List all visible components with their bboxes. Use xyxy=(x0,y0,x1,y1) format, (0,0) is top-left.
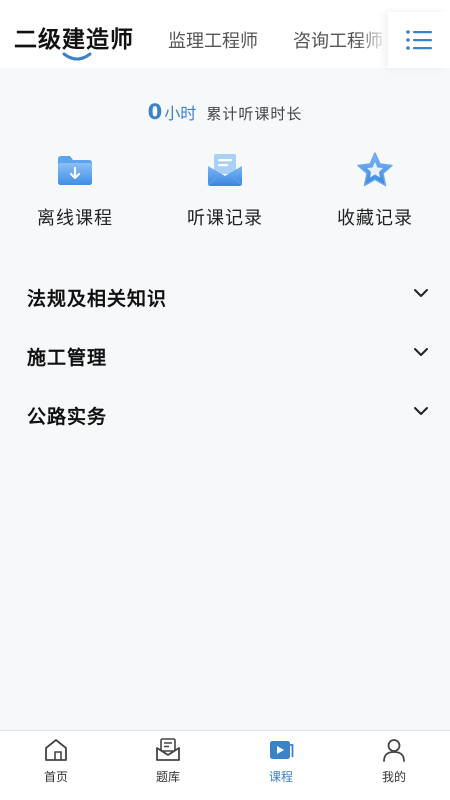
tabs-fade-overlay xyxy=(358,14,388,58)
offline-courses-button[interactable]: 离线课程 xyxy=(20,150,130,230)
bottom-nav: 首页 题库 课程 我的 xyxy=(0,730,450,800)
nav-home-label: 首页 xyxy=(43,770,68,784)
chevron-down-icon xyxy=(414,289,428,297)
study-hours-label: 累计听课时长 xyxy=(206,105,303,123)
mail-record-icon xyxy=(207,154,243,186)
section-title: 公路实务 xyxy=(27,406,108,428)
exam-type-tabs: 二级建造师 监理工程师 咨询工程师 xyxy=(0,0,450,68)
nav-question-bank-label: 题库 xyxy=(155,770,180,784)
quick-actions: 离线课程 听课记录 收藏记录 xyxy=(0,150,450,240)
listening-record-label: 听课记录 xyxy=(187,208,263,229)
study-hours-summary: 0 小时 累计听课时长 xyxy=(0,100,450,124)
favorites-record-button[interactable]: 收藏记录 xyxy=(320,150,430,230)
tab-jianli-gongchengshi[interactable]: 监理工程师 xyxy=(168,30,258,54)
section-row-construction-management[interactable]: 施工管理 xyxy=(0,327,450,386)
section-row-highway-practice[interactable]: 公路实务 xyxy=(0,386,450,445)
nav-profile[interactable]: 我的 xyxy=(349,737,439,785)
nav-profile-label: 我的 xyxy=(381,770,406,784)
section-title: 法规及相关知识 xyxy=(27,288,168,310)
home-icon xyxy=(45,739,67,761)
question-bank-icon xyxy=(156,738,180,761)
study-hours-unit: 小时 xyxy=(164,104,197,123)
nav-home[interactable]: 首页 xyxy=(11,737,101,785)
nav-courses[interactable]: 课程 xyxy=(236,737,326,785)
list-menu-icon xyxy=(406,30,432,50)
nav-question-bank[interactable]: 题库 xyxy=(123,737,213,785)
study-hours-value: 0 xyxy=(147,100,163,124)
profile-icon xyxy=(383,739,405,762)
chevron-down-icon xyxy=(414,407,428,415)
chevron-down-icon xyxy=(414,348,428,356)
listening-record-button[interactable]: 听课记录 xyxy=(170,150,280,230)
section-title: 施工管理 xyxy=(27,347,108,369)
star-icon xyxy=(357,152,393,187)
course-section-list: 法规及相关知识 施工管理 公路实务 xyxy=(0,268,450,445)
favorites-record-label: 收藏记录 xyxy=(337,208,413,229)
folder-download-icon xyxy=(58,156,92,185)
tab-erji-jianzaoshi[interactable]: 二级建造师 xyxy=(14,28,134,52)
course-play-icon xyxy=(270,741,294,759)
active-tab-indicator xyxy=(62,52,92,61)
nav-courses-label: 课程 xyxy=(268,770,293,784)
section-row-regulations[interactable]: 法规及相关知识 xyxy=(0,268,450,327)
category-menu-button[interactable] xyxy=(388,12,450,68)
offline-courses-label: 离线课程 xyxy=(37,208,113,229)
